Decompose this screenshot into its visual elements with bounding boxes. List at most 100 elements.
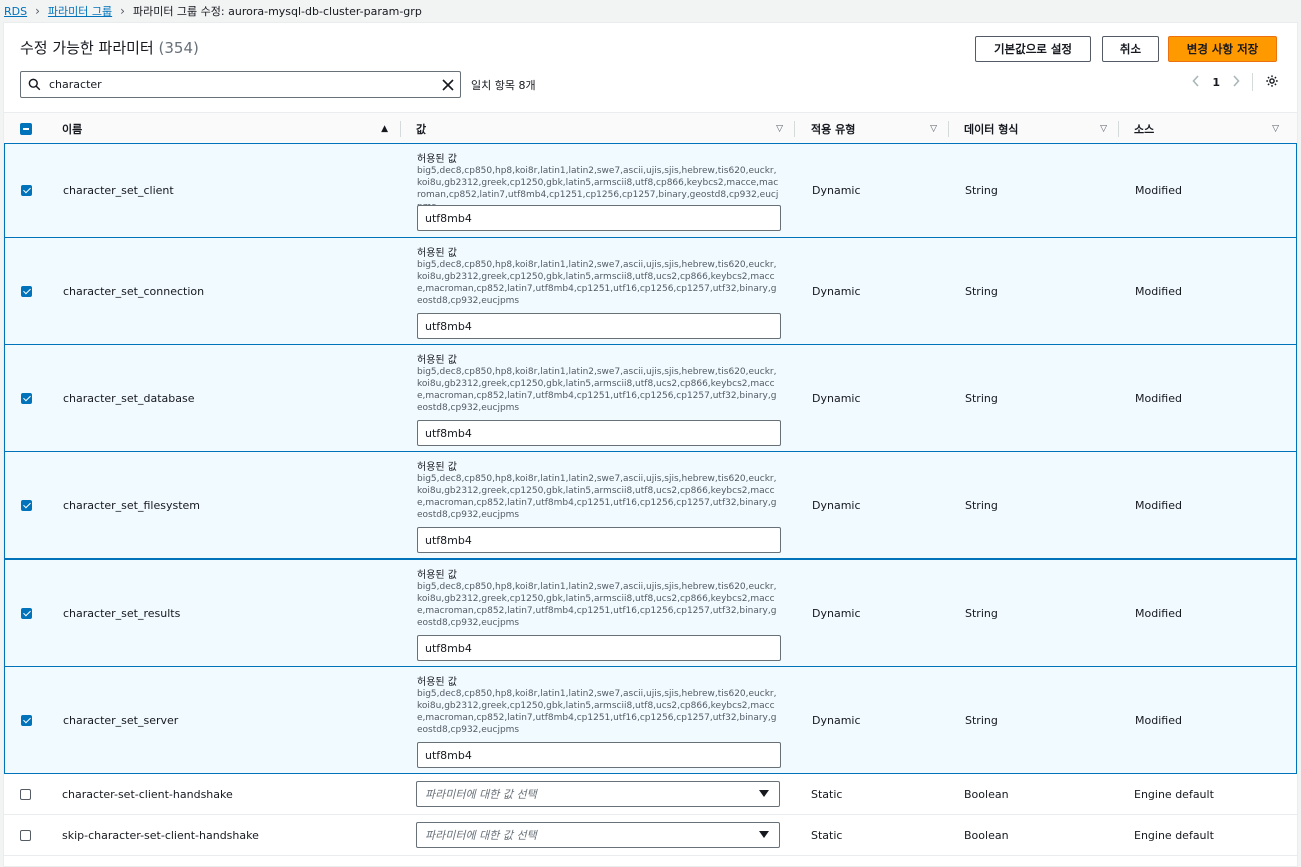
parameter-count: (354) [158,39,199,57]
table-row[interactable]: character-set-client-handshake 파라미터에 대한 … [4,774,1297,815]
column-name[interactable]: 이름 ▲ [62,113,396,145]
value-input[interactable]: utf8mb4 [417,635,781,661]
value-input[interactable]: utf8mb4 [417,420,781,446]
chevron-right-icon: › [120,4,125,18]
apply-type: Dynamic [812,714,861,727]
chevron-right-icon[interactable] [1232,74,1240,90]
source: Engine default [1134,829,1214,842]
source: Modified [1135,499,1182,512]
data-type: Boolean [964,829,1009,842]
column-divider [794,121,795,137]
table-row[interactable]: skip-character-set-client-handshake 파라미터… [4,815,1297,856]
table-header: 이름 ▲ 값 ▽ 적용 유형 ▽ 데이터 형식 ▽ 소스 ▽ [4,112,1297,144]
allowed-values-label: 허용된 값 [417,355,457,366]
gear-icon[interactable] [1265,74,1279,91]
table-row[interactable]: character_set_database 허용된 값 big5,dec8,c… [4,344,1297,452]
search-icon [21,78,47,91]
data-type: String [965,184,998,197]
column-source-label: 소스 [1134,123,1155,136]
table-row[interactable]: character_set_client 허용된 값 big5,dec8,cp8… [4,143,1297,238]
row-checkbox[interactable] [20,789,31,800]
pagination: 1 [1192,73,1279,91]
dropdown-icon [759,831,769,838]
source: Modified [1135,607,1182,620]
allowed-values: 허용된 값 big5,dec8,cp850,hp8,koi8r,latin1,l… [417,566,779,629]
source: Modified [1135,714,1182,727]
allowed-values-label: 허용된 값 [417,154,457,165]
chevron-right-icon: › [35,4,40,18]
cancel-button[interactable]: 취소 [1102,36,1159,62]
dropdown-icon [759,790,769,797]
source: Engine default [1134,788,1214,801]
apply-type: Static [811,829,843,842]
allowed-values-text: big5,dec8,cp850,hp8,koi8r,latin1,latin2,… [417,260,777,306]
panel-title: 수정 가능한 파라미터 [20,39,154,57]
param-name: character_set_database [63,392,195,405]
value-input[interactable]: utf8mb4 [417,742,781,768]
row-checkbox[interactable] [21,286,32,297]
data-type: String [965,714,998,727]
breadcrumb-rds-link[interactable]: RDS [4,5,27,18]
value-input[interactable]: utf8mb4 [417,205,781,231]
match-count: 일치 항목 8개 [471,79,536,92]
reset-default-button[interactable]: 기본값으로 설정 [975,36,1091,62]
table-row[interactable]: character_set_connection 허용된 값 big5,dec8… [4,237,1297,345]
column-apply-type-label: 적용 유형 [811,123,856,136]
allowed-values-text: big5,dec8,cp850,hp8,koi8r,latin1,latin2,… [417,689,777,735]
breadcrumb: RDS › 파라미터 그룹 › 파라미터 그룹 수정: aurora-mysql… [0,0,1301,22]
row-checkbox[interactable] [21,500,32,511]
close-icon[interactable] [436,78,460,91]
save-changes-button[interactable]: 변경 사항 저장 [1168,36,1277,62]
value-select[interactable]: 파라미터에 대한 값 선택 [416,822,780,848]
chevron-left-icon[interactable] [1192,74,1200,90]
row-checkbox[interactable] [21,608,32,619]
param-name: character_set_results [63,607,181,620]
sort-asc-icon: ▲ [381,124,388,134]
sort-desc-icon: ▽ [776,124,783,134]
column-source[interactable]: 소스 ▽ [1134,113,1287,145]
apply-type: Dynamic [812,499,861,512]
column-apply-type[interactable]: 적용 유형 ▽ [811,113,945,145]
apply-type: Dynamic [812,184,861,197]
breadcrumb-parameter-groups-link[interactable]: 파라미터 그룹 [48,3,112,19]
breadcrumb-current: 파라미터 그룹 수정: aurora-mysql-db-cluster-para… [132,5,422,18]
allowed-values-text: big5,dec8,cp850,hp8,koi8r,latin1,latin2,… [417,474,777,520]
column-data-type[interactable]: 데이터 형식 ▽ [964,113,1115,145]
page-number[interactable]: 1 [1212,76,1220,89]
allowed-values-label: 허용된 값 [417,570,457,581]
param-name: character_set_server [63,714,179,727]
column-divider [400,121,401,137]
value-select[interactable]: 파라미터에 대한 값 선택 [416,781,780,807]
data-type: String [965,499,998,512]
sort-desc-icon: ▽ [1100,124,1107,134]
table-row[interactable]: character_set_filesystem 허용된 값 big5,dec8… [4,451,1297,559]
param-name: character_set_client [63,184,174,197]
select-all-checkbox[interactable] [20,113,34,145]
column-value[interactable]: 값 ▽ [416,113,791,145]
data-type: String [965,285,998,298]
column-value-label: 값 [416,123,427,136]
row-checkbox[interactable] [20,830,31,841]
value-input[interactable]: utf8mb4 [417,313,781,339]
search-input[interactable]: character [20,71,461,98]
param-name: character-set-client-handshake [62,788,233,801]
row-checkbox[interactable] [21,185,32,196]
column-divider [1118,121,1119,137]
apply-type: Dynamic [812,392,861,405]
allowed-values: 허용된 값 big5,dec8,cp850,hp8,koi8r,latin1,l… [417,673,779,736]
row-checkbox[interactable] [21,393,32,404]
pager-divider [1252,73,1253,91]
allowed-values: 허용된 값 big5,dec8,cp850,hp8,koi8r,latin1,l… [417,351,779,414]
apply-type: Dynamic [812,285,861,298]
param-name: skip-character-set-client-handshake [62,829,259,842]
table-row[interactable]: character_set_results 허용된 값 big5,dec8,cp… [4,559,1297,667]
table-row[interactable]: character_set_server 허용된 값 big5,dec8,cp8… [4,666,1297,774]
allowed-values: 허용된 값 big5,dec8,cp850,hp8,koi8r,latin1,l… [417,458,779,521]
search-value[interactable]: character [47,78,436,91]
allowed-values: 허용된 값 big5,dec8,cp850,hp8,koi8r,latin1,l… [417,150,779,213]
value-input[interactable]: utf8mb4 [417,527,781,553]
source: Modified [1135,184,1182,197]
data-type: Boolean [964,788,1009,801]
sort-desc-icon: ▽ [1272,124,1279,134]
row-checkbox[interactable] [21,715,32,726]
